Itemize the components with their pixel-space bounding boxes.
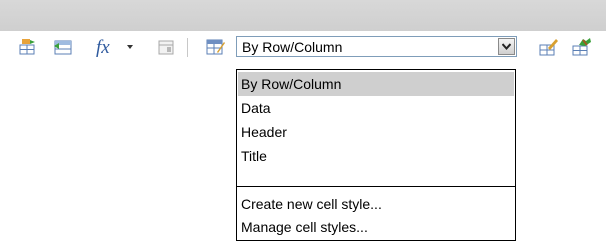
match-cell-icon[interactable] (571, 36, 593, 58)
insert-column-icon[interactable] (52, 36, 74, 58)
field-icon[interactable] (155, 36, 177, 58)
insert-row-icon[interactable] (16, 36, 38, 58)
dropdown-option-data[interactable]: Data (238, 96, 514, 120)
edit-attribute-icon[interactable] (538, 36, 560, 58)
cell-style-select-value: By Row/Column (242, 39, 343, 55)
dropdown-divider (237, 186, 515, 187)
dropdown-option-header[interactable]: Header (238, 120, 514, 144)
function-icon[interactable]: fx (96, 38, 110, 57)
cell-style-icon[interactable] (204, 36, 226, 58)
cell-style-select[interactable]: By Row/Column (236, 36, 517, 57)
toolbar-top-strip (0, 0, 606, 31)
dropdown-action-manage-cell-styles[interactable]: Manage cell styles... (238, 215, 514, 239)
chevron-down-icon (502, 43, 511, 50)
dropdown-option-title[interactable]: Title (238, 144, 514, 168)
cell-style-dropdown-list: By Row/Column Data Header Title Create n… (236, 69, 516, 241)
dropdown-option-by-row-column[interactable]: By Row/Column (238, 72, 514, 96)
table-toolbar: fx By Row/Column (0, 31, 606, 63)
toolbar-separator (187, 38, 188, 57)
function-dropdown-arrow-icon[interactable] (127, 45, 133, 49)
dropdown-action-create-cell-style[interactable]: Create new cell style... (238, 192, 514, 216)
combo-dropdown-button[interactable] (498, 38, 515, 55)
